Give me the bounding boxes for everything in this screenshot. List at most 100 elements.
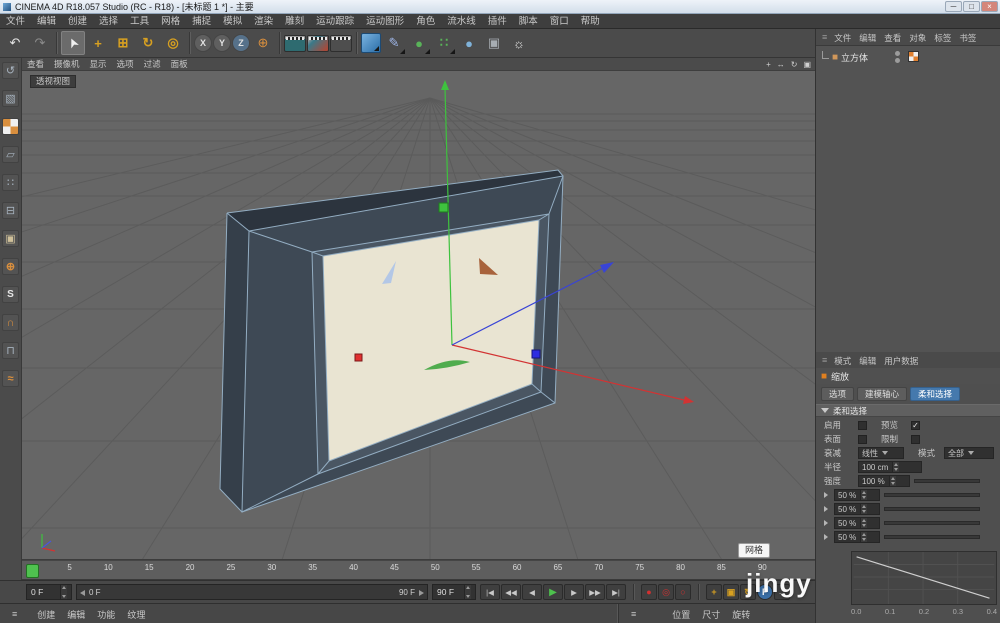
render-settings-icon[interactable] xyxy=(330,35,352,52)
scale-tool-icon[interactable]: ⊞ xyxy=(111,31,135,55)
menu-item[interactable]: 帮助 xyxy=(575,14,606,29)
environment-icon[interactable]: ● xyxy=(457,31,481,55)
rotate-view-icon[interactable]: ↻ xyxy=(790,60,799,69)
panel-menu-icon[interactable]: ≡ xyxy=(625,609,642,619)
object-name[interactable]: 立方体 xyxy=(841,51,868,64)
previous-key-button[interactable]: ◀◀ xyxy=(501,584,521,600)
menu-item[interactable]: 查看 xyxy=(880,33,905,43)
visibility-dots[interactable] xyxy=(895,51,900,63)
last-tool-icon[interactable]: ◎ xyxy=(161,31,185,55)
z-axis-lock-button[interactable]: Z xyxy=(232,34,250,52)
end-frame-field[interactable]: 90 F xyxy=(432,584,476,600)
viewport-menu-item[interactable]: 摄像机 xyxy=(49,58,85,70)
current-frame-field[interactable]: 0 F xyxy=(26,584,72,600)
menu-item[interactable]: 创建 xyxy=(31,610,61,620)
scale-key-button[interactable]: ▣ xyxy=(723,584,739,600)
menu-item[interactable]: 雕刻 xyxy=(279,14,310,29)
move-tool-icon[interactable]: + xyxy=(86,31,110,55)
strength-slider[interactable] xyxy=(914,479,980,483)
menu-item[interactable]: 网格 xyxy=(155,14,186,29)
render-picture-viewer-icon[interactable] xyxy=(307,35,329,52)
subdivision-surface-icon[interactable]: ● xyxy=(407,31,431,55)
close-button[interactable]: × xyxy=(981,1,998,12)
tool-option-tab[interactable]: 选项 xyxy=(821,387,854,401)
edges-mode-icon[interactable]: ⊟ xyxy=(2,202,19,219)
spinner[interactable] xyxy=(889,476,896,486)
restrict-checkbox[interactable] xyxy=(911,435,920,444)
rotate-tool-icon[interactable]: ↻ xyxy=(136,31,160,55)
radius-field[interactable]: 100 cm xyxy=(858,461,922,473)
menu-item[interactable]: 渲染 xyxy=(248,14,279,29)
menu-item[interactable]: 书签 xyxy=(955,33,980,43)
enable-checkbox[interactable] xyxy=(858,421,867,430)
view-label[interactable]: 透视视图 xyxy=(30,75,76,88)
spinner[interactable] xyxy=(860,490,867,500)
menu-item[interactable]: 选择 xyxy=(93,14,124,29)
frame-spinner[interactable] xyxy=(464,585,471,599)
surface-checkbox[interactable] xyxy=(858,435,867,444)
expand-arrow-icon[interactable] xyxy=(824,492,828,498)
falloff-percent-field[interactable]: 50 % xyxy=(834,489,880,501)
viewport-menu-item[interactable]: 选项 xyxy=(112,58,139,70)
falloff-percent-slider[interactable] xyxy=(884,507,980,511)
menu-item[interactable]: 模拟 xyxy=(217,14,248,29)
viewport-menu-item[interactable]: 过滤 xyxy=(139,58,166,70)
menu-item[interactable]: 窗口 xyxy=(544,14,575,29)
menu-item[interactable]: 创建 xyxy=(62,14,93,29)
keyframe-selection-button[interactable]: ○ xyxy=(675,584,691,600)
menu-item[interactable]: 编辑 xyxy=(855,33,880,43)
toggle-view-icon[interactable]: ▣ xyxy=(802,60,812,69)
tool-option-tab[interactable]: 柔和选择 xyxy=(910,387,960,401)
menu-item[interactable]: 插件 xyxy=(482,14,513,29)
cube-primitive-icon[interactable] xyxy=(361,33,381,53)
object-tree[interactable]: ■ 立方体 xyxy=(816,46,1000,352)
autokey-button[interactable]: ◎ xyxy=(658,584,674,600)
expand-arrow-icon[interactable] xyxy=(824,506,828,512)
strength-field[interactable]: 100 % xyxy=(858,475,910,487)
timeline-ruler[interactable]: 051015202530354045505560657075808590 xyxy=(22,560,815,580)
spline-pen-icon[interactable]: ✎ xyxy=(382,31,406,55)
tool-option-tab[interactable]: 建模轴心 xyxy=(857,387,907,401)
expand-arrow-icon[interactable] xyxy=(824,534,828,540)
undo-icon[interactable]: ↶ xyxy=(3,31,27,55)
polygons-mode-icon[interactable]: ▣ xyxy=(2,230,19,247)
render-visibility-dot[interactable] xyxy=(895,58,900,63)
menu-item[interactable]: 标签 xyxy=(930,33,955,43)
falloff-percent-slider[interactable] xyxy=(884,521,980,525)
spinner[interactable] xyxy=(860,504,867,514)
solo-mode-icon[interactable]: S xyxy=(2,286,19,303)
panel-menu-icon[interactable]: ≡ xyxy=(819,355,830,365)
menu-item[interactable]: 工具 xyxy=(124,14,155,29)
menu-item[interactable]: 捕捉 xyxy=(186,14,217,29)
camera-icon[interactable]: ▣ xyxy=(482,31,506,55)
viewport-3d[interactable]: 查看摄像机显示选项过滤面板 +↔↻▣ 透视视图 网格 xyxy=(22,58,815,560)
next-frame-button[interactable]: ▶ xyxy=(564,584,584,600)
viewport-menu-item[interactable]: 面板 xyxy=(166,58,193,70)
live-selection-icon[interactable]: ➤ xyxy=(61,31,85,55)
falloff-curve-graph[interactable] xyxy=(851,551,997,605)
tab-item[interactable]: 模式 xyxy=(830,356,855,366)
axis-mode-icon[interactable]: ⊕ xyxy=(2,258,19,275)
menu-item[interactable]: 文件 xyxy=(0,14,31,29)
playhead[interactable] xyxy=(26,564,39,578)
spinner[interactable] xyxy=(860,532,867,542)
menu-item[interactable]: 流水线 xyxy=(441,14,482,29)
tab-item[interactable]: 用户数据 xyxy=(880,356,922,366)
object-state-icon[interactable] xyxy=(908,51,919,62)
model-mode-icon[interactable]: ▧ xyxy=(2,90,19,107)
points-mode-icon[interactable]: ∷ xyxy=(2,174,19,191)
tab-item[interactable]: 编辑 xyxy=(855,356,880,366)
object-row[interactable]: ■ 立方体 xyxy=(819,49,997,65)
render-view-icon[interactable] xyxy=(284,35,306,52)
record-objects-button[interactable]: ● xyxy=(641,584,657,600)
light-icon[interactable]: ☼ xyxy=(507,31,531,55)
editor-visibility-dot[interactable] xyxy=(895,51,900,56)
viewport-canvas[interactable] xyxy=(22,58,815,560)
redo-icon[interactable]: ↷ xyxy=(28,31,52,55)
menu-item[interactable]: 对象 xyxy=(905,33,930,43)
falloff-percent-field[interactable]: 50 % xyxy=(834,531,880,543)
range-left-arrow-icon[interactable] xyxy=(80,590,85,596)
menu-item[interactable]: 功能 xyxy=(91,610,121,620)
menu-item[interactable]: 运动图形 xyxy=(360,14,410,29)
expand-arrow-icon[interactable] xyxy=(824,520,828,526)
